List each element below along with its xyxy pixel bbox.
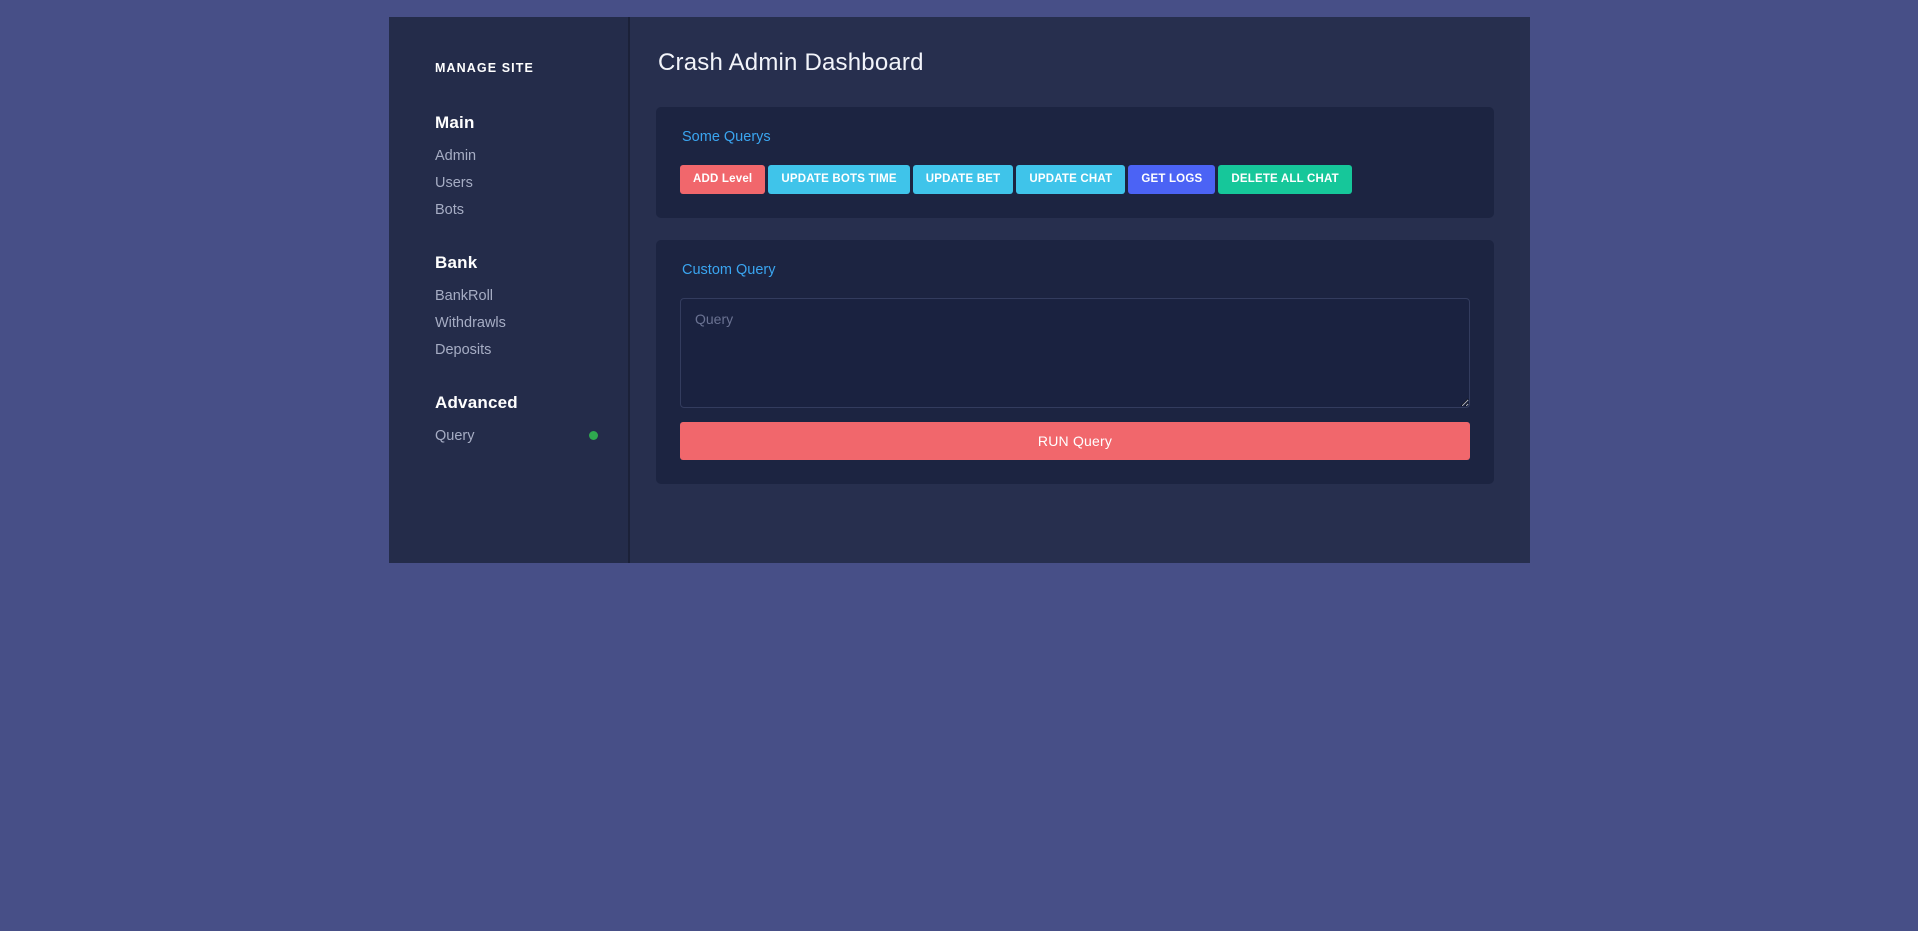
- nav-group-bank: Bank BankRoll Withdrawls Deposits: [389, 253, 628, 363]
- status-online-dot-icon: [589, 431, 598, 440]
- sidebar-item-label: Withdrawls: [435, 315, 598, 331]
- sidebar-item-admin[interactable]: Admin: [389, 142, 628, 169]
- sidebar-item-label: Bots: [435, 202, 598, 218]
- sidebar-item-withdrawls[interactable]: Withdrawls: [389, 309, 628, 336]
- sidebar-item-users[interactable]: Users: [389, 169, 628, 196]
- sidebar-item-label: BankRoll: [435, 288, 598, 304]
- update-chat-button[interactable]: UPDATE CHAT: [1016, 165, 1125, 194]
- sidebar-item-label: Users: [435, 175, 598, 191]
- nav-heading-advanced: Advanced: [389, 393, 628, 413]
- sidebar-item-bots[interactable]: Bots: [389, 196, 628, 223]
- sidebar-item-label: Admin: [435, 148, 598, 164]
- update-bet-button[interactable]: UPDATE BET: [913, 165, 1014, 194]
- brand-label: MANAGE SITE: [389, 17, 628, 75]
- page-title: Crash Admin Dashboard: [658, 49, 1494, 77]
- add-level-button[interactable]: ADD Level: [680, 165, 765, 194]
- sidebar: MANAGE SITE Main Admin Users Bots Bank B…: [389, 17, 630, 563]
- app-window: MANAGE SITE Main Admin Users Bots Bank B…: [389, 17, 1530, 563]
- custom-query-card: Custom Query RUN Query: [656, 240, 1494, 484]
- nav-heading-main: Main: [389, 113, 628, 133]
- sidebar-item-label: Query: [435, 428, 581, 444]
- custom-query-card-title: Custom Query: [682, 262, 1470, 278]
- sidebar-item-deposits[interactable]: Deposits: [389, 336, 628, 363]
- get-logs-button[interactable]: GET LOGS: [1128, 165, 1215, 194]
- sidebar-item-label: Deposits: [435, 342, 598, 358]
- run-query-button[interactable]: RUN Query: [680, 422, 1470, 460]
- custom-query-input[interactable]: [680, 298, 1470, 408]
- delete-all-chat-button[interactable]: DELETE ALL CHAT: [1218, 165, 1352, 194]
- some-querys-card: Some Querys ADD Level UPDATE BOTS TIME U…: [656, 107, 1494, 218]
- query-actions-button-row: ADD Level UPDATE BOTS TIME UPDATE BET UP…: [680, 165, 1470, 194]
- update-bots-time-button[interactable]: UPDATE BOTS TIME: [768, 165, 909, 194]
- nav-group-advanced: Advanced Query: [389, 393, 628, 449]
- nav-group-main: Main Admin Users Bots: [389, 113, 628, 223]
- some-querys-card-title: Some Querys: [682, 129, 1470, 145]
- sidebar-item-bankroll[interactable]: BankRoll: [389, 282, 628, 309]
- nav-heading-bank: Bank: [389, 253, 628, 273]
- main-content: Crash Admin Dashboard Some Querys ADD Le…: [630, 17, 1530, 563]
- sidebar-item-query[interactable]: Query: [389, 422, 628, 449]
